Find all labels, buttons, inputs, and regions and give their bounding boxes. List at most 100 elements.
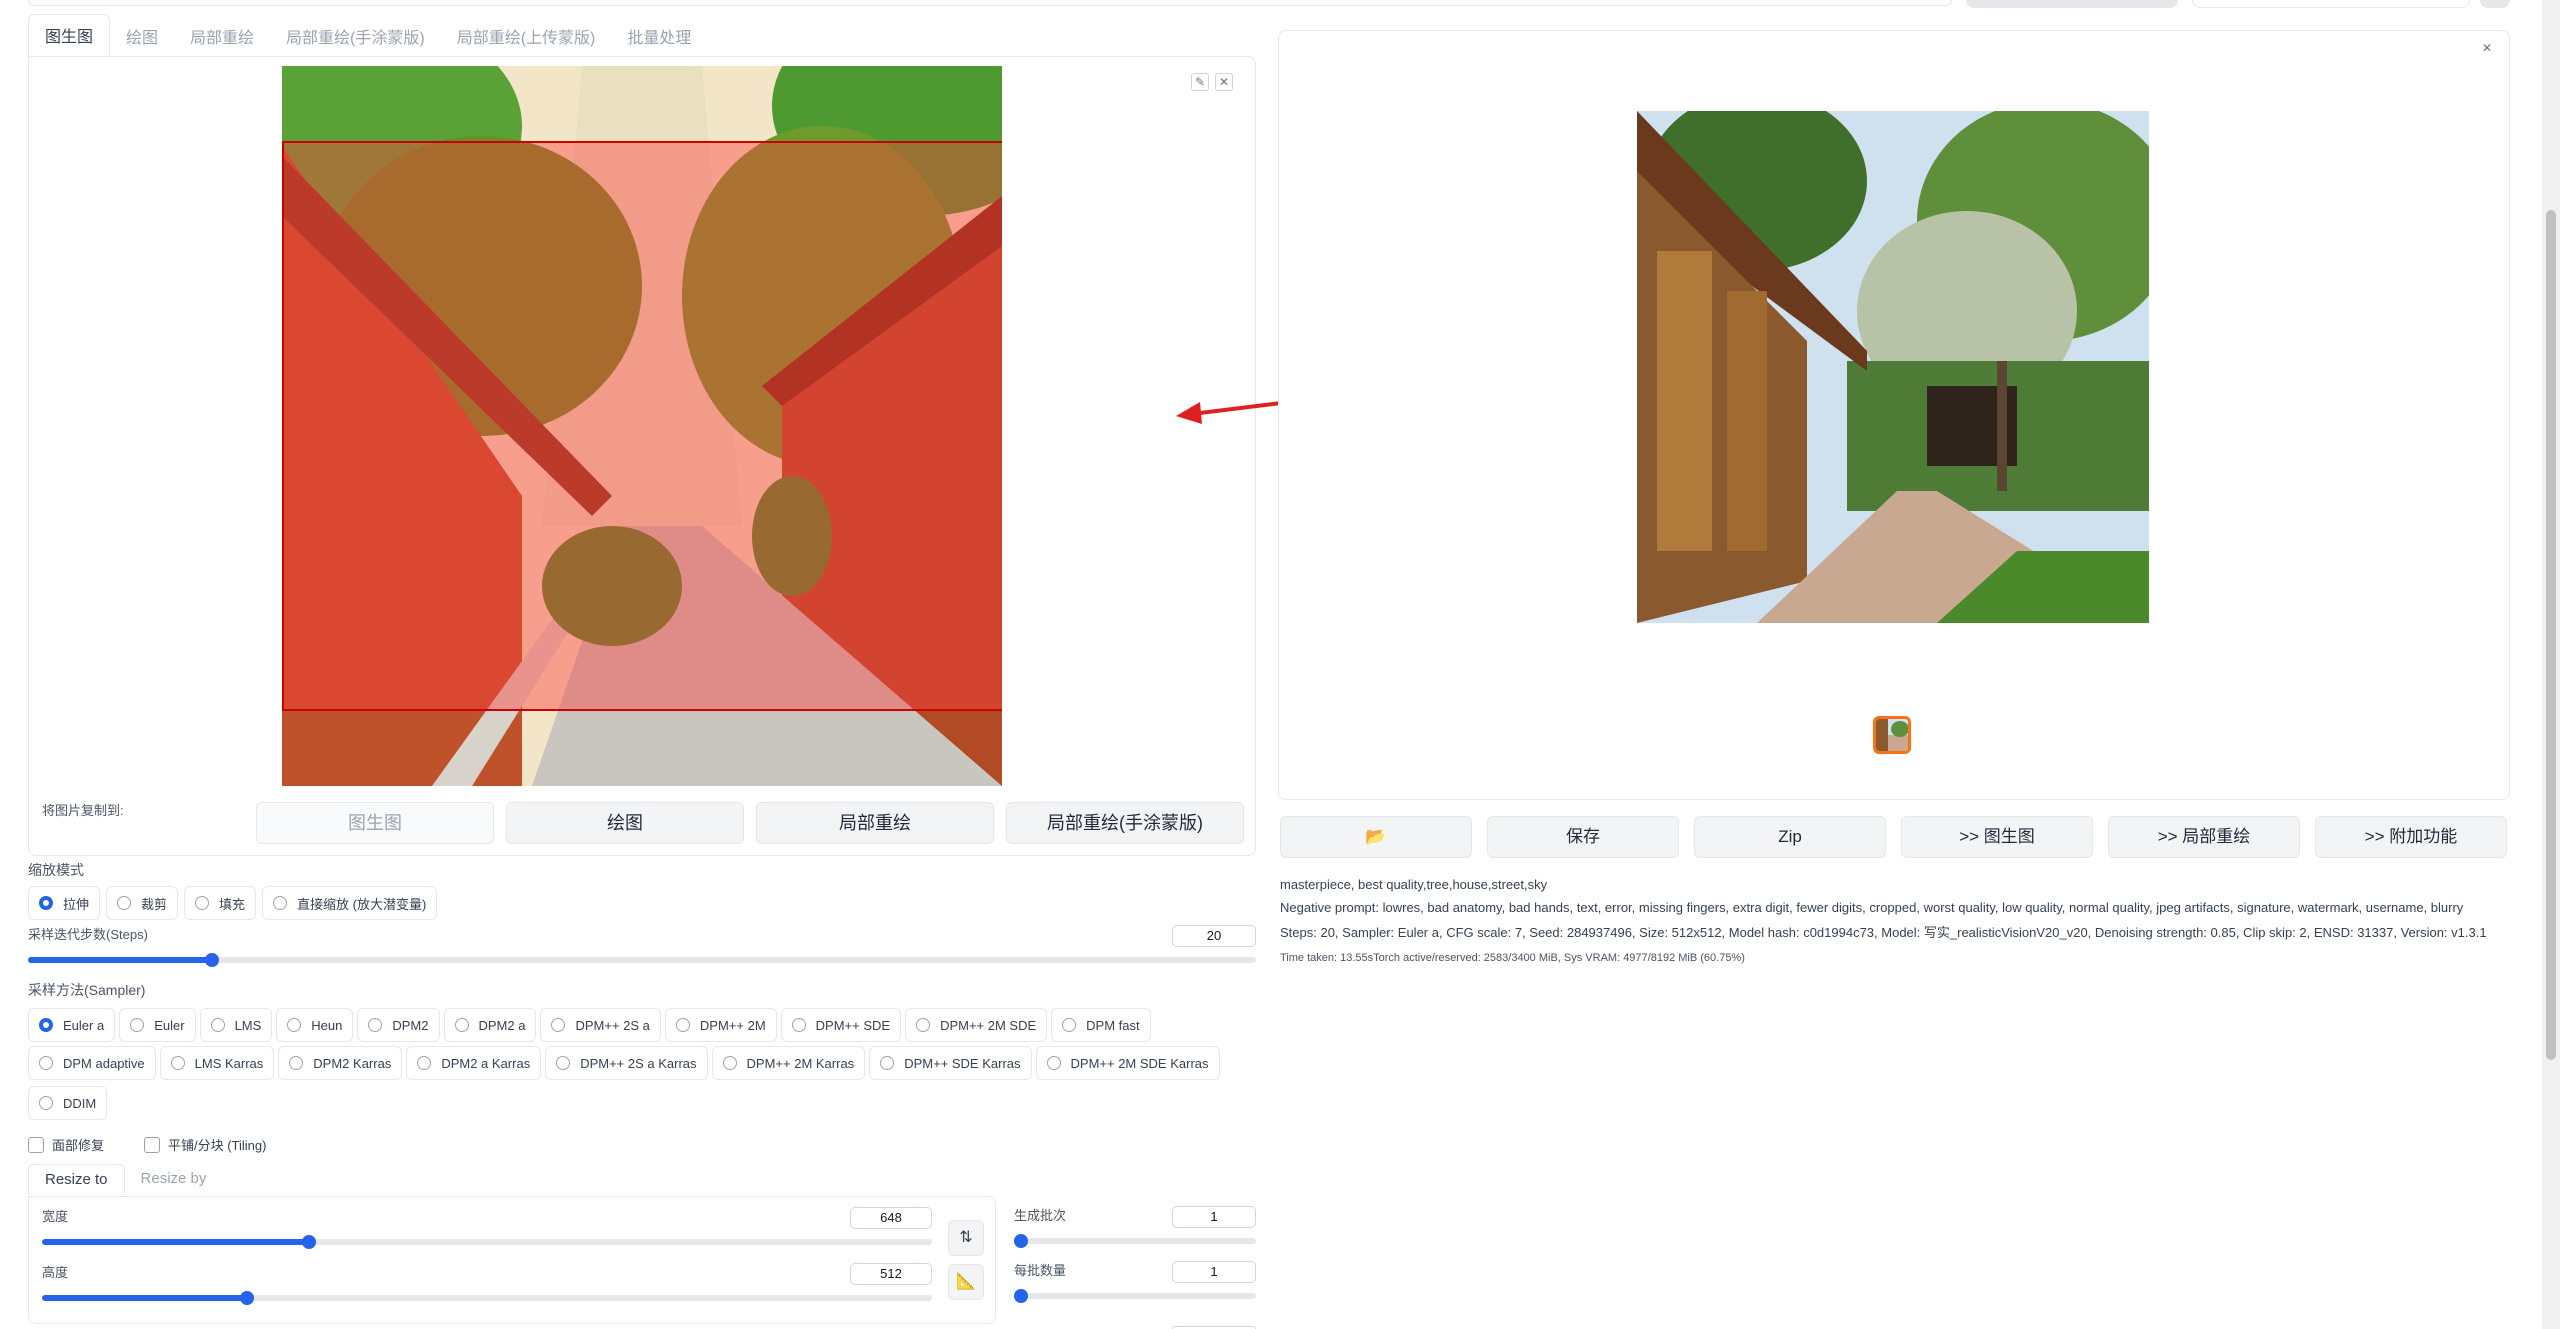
sampler-option[interactable]: Heun (276, 1008, 354, 1042)
height-slider[interactable] (42, 1291, 932, 1305)
resize-mode-label: 缩放模式 (28, 862, 84, 878)
zip-button[interactable]: Zip (1694, 816, 1886, 858)
sampler-option[interactable]: DPM++ 2S a (540, 1008, 661, 1042)
clear-image-icon[interactable]: ✕ (1215, 73, 1233, 91)
sampler-option-label: DPM++ 2S a Karras (580, 1055, 697, 1071)
prompt-input-edge[interactable] (28, 0, 1952, 6)
tiling-label: 平铺/分块 (Tiling) (168, 1138, 267, 1153)
save-button[interactable]: 保存 (1487, 816, 1679, 858)
radio-icon (130, 1018, 145, 1032)
resize-mode-stretch[interactable]: 拉伸 (28, 886, 101, 920)
copy-to-sketch-button[interactable]: 绘图 (506, 802, 744, 844)
radio-icon (722, 1056, 737, 1070)
slider-fill (42, 1295, 247, 1301)
radio-icon (916, 1018, 931, 1032)
send-to-extras-button[interactable]: >> 附加功能 (2315, 816, 2507, 858)
resize-mode-fill[interactable]: 填充 (184, 886, 257, 920)
slider-knob[interactable] (302, 1235, 316, 1249)
tab-batch[interactable]: 批量处理 (611, 16, 707, 56)
resize-mode-latent[interactable]: 直接缩放 (放大潜变量) (262, 886, 438, 920)
tab-inpaint[interactable]: 局部重绘 (174, 16, 270, 56)
close-gallery-icon[interactable]: ✕ (2478, 40, 2496, 58)
auto-size-ruler-icon[interactable]: 📐 (948, 1264, 984, 1300)
sampler-option[interactable]: Euler (119, 1008, 196, 1042)
slider-fill (28, 957, 213, 963)
checkbox-icon[interactable] (144, 1136, 160, 1153)
batch-size-input[interactable]: 1 (1172, 1261, 1256, 1283)
send-to-inpaint-button[interactable]: >> 局部重绘 (2108, 816, 2300, 858)
sampler-option-label: DPM fast (1086, 1017, 1140, 1033)
batch-size-slider[interactable] (1014, 1289, 1256, 1303)
sampler-option[interactable]: DPM++ 2S a Karras (545, 1046, 708, 1080)
radio-icon (39, 1096, 53, 1110)
sampler-option[interactable]: DPM2 a Karras (406, 1046, 542, 1080)
face-restore-checkbox[interactable]: 面部修复 (28, 1135, 104, 1154)
radio-icon (287, 1018, 302, 1032)
result-thumbnail[interactable] (1873, 716, 1911, 754)
top-button-edge[interactable] (1966, 0, 2178, 8)
edit-pencil-icon[interactable]: ✎ (1191, 73, 1209, 91)
radio-icon (368, 1018, 383, 1032)
sampler-option[interactable]: DPM fast (1051, 1008, 1151, 1042)
steps-input[interactable]: 20 (1172, 925, 1256, 947)
resize-tabs: Resize to Resize by (28, 1164, 222, 1195)
sampler-option[interactable]: DPM2 (357, 1008, 440, 1042)
sampler-option-label: DPM adaptive (63, 1055, 145, 1071)
radio-label: 直接缩放 (放大潜变量) (297, 896, 427, 912)
slider-knob[interactable] (239, 1291, 254, 1305)
sampler-option[interactable]: DPM adaptive (28, 1046, 156, 1080)
sampler-option[interactable]: DPM++ 2M SDE (905, 1008, 1048, 1042)
page-scrollbar[interactable] (2542, 0, 2560, 1329)
checkbox-icon[interactable] (28, 1136, 44, 1153)
width-slider[interactable] (42, 1235, 932, 1249)
slider-knob[interactable] (1014, 1234, 1028, 1248)
slider-knob[interactable] (1014, 1289, 1028, 1303)
tab-resize-by[interactable]: Resize by (125, 1164, 223, 1195)
sampler-option[interactable]: DPM++ 2M (664, 1008, 777, 1042)
copy-to-inpaint-sketch-button[interactable]: 局部重绘(手涂蒙版) (1006, 802, 1244, 844)
sampler-option[interactable]: DDIM (28, 1086, 108, 1120)
radio-icon (273, 896, 288, 910)
tiling-checkbox[interactable]: 平铺/分块 (Tiling) (144, 1135, 266, 1154)
steps-slider[interactable] (28, 953, 1256, 967)
radio-icon (454, 1018, 469, 1032)
sampler-option[interactable]: DPM2 a (443, 1008, 537, 1042)
sampler-option[interactable]: DPM2 Karras (278, 1046, 403, 1080)
sampler-option[interactable]: LMS (199, 1008, 273, 1042)
tab-resize-to[interactable]: Resize to (28, 1164, 125, 1195)
height-input[interactable]: 512 (850, 1263, 932, 1285)
batch-count-input[interactable]: 1 (1172, 1206, 1256, 1228)
copy-to-img2img-button[interactable]: 图生图 (256, 802, 494, 844)
open-folder-icon[interactable]: 📂 (1280, 816, 1472, 858)
face-restore-label: 面部修复 (52, 1138, 105, 1153)
sampler-option[interactable]: DPM++ SDE (780, 1008, 902, 1042)
slider-knob[interactable] (205, 953, 220, 967)
swap-dimensions-icon[interactable]: ⇅ (948, 1220, 984, 1256)
sampler-option[interactable]: DPM++ SDE Karras (869, 1046, 1032, 1080)
batch-count-slider[interactable] (1014, 1234, 1256, 1248)
resize-mode-crop[interactable]: 裁剪 (106, 886, 179, 920)
sampler-option-label: LMS (234, 1017, 262, 1033)
tab-inpaint-upload[interactable]: 局部重绘(上传蒙版) (441, 16, 612, 56)
radio-label: 拉伸 (63, 896, 90, 912)
sampler-option-label: DPM++ SDE Karras (904, 1055, 1021, 1071)
copy-to-inpaint-button[interactable]: 局部重绘 (756, 802, 994, 844)
slider-fill (42, 1239, 309, 1245)
sampler-option-label: DPM++ 2M SDE (940, 1017, 1037, 1033)
sampler-option[interactable]: DPM++ 2M SDE Karras (1035, 1046, 1220, 1080)
generated-image[interactable] (1637, 111, 2149, 623)
sampler-option[interactable]: LMS Karras (159, 1046, 275, 1080)
top-small-button-edge[interactable] (2480, 0, 2510, 8)
scrollbar-thumb[interactable] (2546, 210, 2556, 1060)
source-image[interactable] (282, 66, 1002, 786)
sampler-option[interactable]: Euler a (28, 1008, 116, 1042)
tab-inpaint-sketch[interactable]: 局部重绘(手涂蒙版) (270, 16, 441, 56)
tab-sketch[interactable]: 绘图 (110, 16, 174, 56)
width-input[interactable]: 648 (850, 1207, 932, 1229)
sampler-row-1: Euler a Euler LMS Heun DPM2 DPM2 a DPM++ 2S a D… (28, 1008, 1151, 1042)
sampler-option[interactable]: DPM++ 2M Karras (711, 1046, 866, 1080)
sampler-option-label: DPM++ 2M (699, 1017, 766, 1033)
top-dropdown-edge[interactable] (2192, 0, 2470, 8)
send-to-img2img-button[interactable]: >> 图生图 (1901, 816, 2093, 858)
tab-img2img[interactable]: 图生图 (28, 14, 111, 56)
